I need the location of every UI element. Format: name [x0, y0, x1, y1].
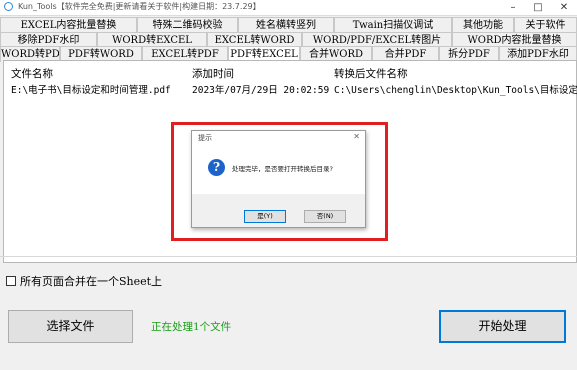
- dialog-title: 提示: [198, 134, 212, 142]
- cell-added-time: 2023年/07月/29日 20:02:59: [192, 85, 330, 96]
- maximize-button[interactable]: □: [527, 0, 549, 15]
- merge-sheet-checkbox[interactable]: [6, 276, 16, 286]
- merge-sheet-label: 所有页面合并在一个Sheet上: [20, 275, 163, 288]
- tab-about[interactable]: 关于软件: [514, 17, 577, 33]
- cell-filename: E:\电子书\目标设定和时间管理.pdf: [11, 85, 171, 96]
- merge-sheet-option[interactable]: 所有页面合并在一个Sheet上: [6, 273, 162, 289]
- start-processing-button[interactable]: 开始处理: [439, 310, 566, 343]
- dialog-titlebar: 提示 ✕: [192, 131, 365, 147]
- column-header-added-time[interactable]: 添加时间: [192, 66, 234, 81]
- tab-name-vertical[interactable]: 姓名横转竖列: [238, 17, 334, 33]
- app-icon: [4, 2, 13, 11]
- column-header-converted-name[interactable]: 转换后文件名称: [334, 66, 408, 81]
- info-icon: ?: [208, 159, 225, 176]
- tab-excel-replace[interactable]: EXCEL内容批量替换: [0, 17, 137, 33]
- tab-twain-scanner[interactable]: Twain扫描仪调试: [334, 17, 452, 33]
- close-button[interactable]: ✕: [553, 0, 575, 15]
- window-titlebar: Kun_Tools【软件完全免费|更新请看关于软件|构建日期：23.7.29】 …: [0, 0, 577, 16]
- cell-converted-name: C:\Users\chenglin\Desktop\Kun_Tools\目标设定: [334, 85, 577, 96]
- tab-row-1: EXCEL内容批量替换 特殊二维码校验 姓名横转竖列 Twain扫描仪调试 其他…: [0, 17, 577, 33]
- select-file-button[interactable]: 选择文件: [8, 310, 133, 343]
- tab-other-functions[interactable]: 其他功能: [452, 17, 514, 33]
- window-title: Kun_Tools【软件完全免费|更新请看关于软件|构建日期：23.7.29】: [18, 2, 261, 11]
- dialog-body: ? 处理完毕，是否要打开转换后目录?: [192, 147, 365, 194]
- no-button[interactable]: 否(N): [304, 210, 346, 223]
- tab-qrcode-check[interactable]: 特殊二维码校验: [137, 17, 238, 33]
- dialog-close-icon[interactable]: ✕: [353, 132, 360, 141]
- minimize-button[interactable]: –: [502, 0, 524, 15]
- dialog-message: 处理完毕，是否要打开转换后目录?: [232, 165, 333, 173]
- message-dialog: 提示 ✕ ? 处理完毕，是否要打开转换后目录? 是(Y) 否(N): [191, 130, 366, 228]
- separator: [0, 256, 577, 257]
- column-header-filename[interactable]: 文件名称: [11, 66, 53, 81]
- status-text: 正在处理1个文件: [151, 321, 232, 333]
- yes-button[interactable]: 是(Y): [244, 210, 286, 223]
